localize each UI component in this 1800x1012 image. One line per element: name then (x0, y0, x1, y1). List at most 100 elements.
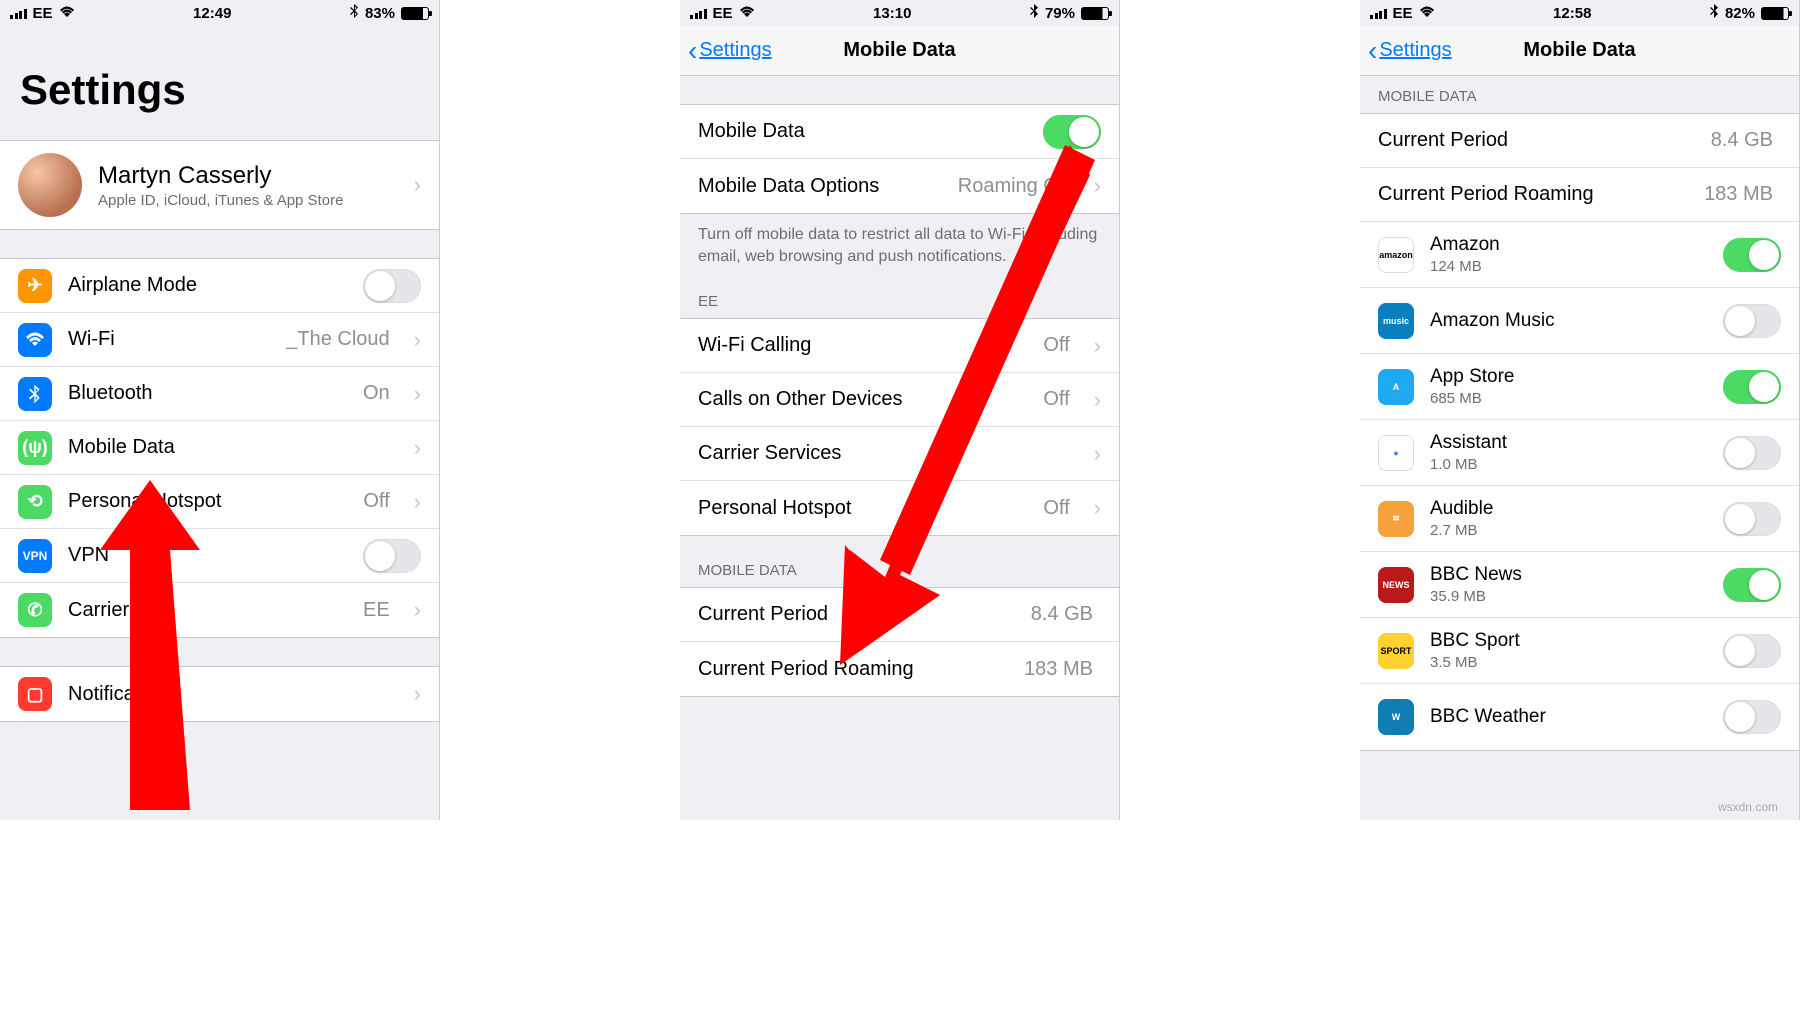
mobile-data-toggle-row[interactable]: Mobile Data (680, 105, 1119, 159)
app-toggle[interactable] (1723, 700, 1781, 734)
personal-hotspot-row[interactable]: ⟲ Personal Hotspot Off › (0, 475, 439, 529)
nav-title: Mobile Data (843, 39, 955, 62)
app-toggle[interactable] (1723, 634, 1781, 668)
current-period-roaming-row: Current Period Roaming 183 MB (680, 642, 1119, 696)
signal-icon (690, 7, 707, 19)
current-period-row: Current Period 8.4 GB (680, 588, 1119, 642)
chevron-right-icon: › (414, 597, 421, 623)
nav-bar: ‹ Settings Mobile Data (1360, 26, 1799, 76)
nav-bar: ‹ Settings Mobile Data (680, 26, 1119, 76)
screen-settings-root: EE 12:49 83% Settings Martyn Casserly Ap… (0, 0, 440, 820)
notifications-row[interactable]: ▢ Notifications › (0, 667, 439, 721)
wifi-icon (1419, 5, 1435, 22)
chevron-right-icon: › (414, 489, 421, 515)
chevron-right-icon: › (1094, 387, 1101, 413)
status-bar: EE 13:10 79% (680, 0, 1119, 26)
app-usage: 2.7 MB (1430, 522, 1707, 539)
wifi-value: _The Cloud (286, 328, 389, 351)
chevron-right-icon: › (1094, 441, 1101, 467)
app-row[interactable]: musicAmazon Music (1360, 288, 1799, 354)
app-toggle[interactable] (1723, 568, 1781, 602)
wifi-icon (18, 323, 52, 357)
bluetooth-icon (18, 377, 52, 411)
app-row[interactable]: AApp Store685 MB (1360, 354, 1799, 420)
app-toggle[interactable] (1723, 304, 1781, 338)
app-toggle[interactable] (1723, 502, 1781, 536)
status-time: 13:10 (873, 5, 911, 22)
app-row[interactable]: WBBC Weather (1360, 684, 1799, 750)
app-icon: A (1378, 369, 1414, 405)
vpn-toggle[interactable] (363, 539, 421, 573)
app-name: Amazon Music (1430, 310, 1707, 332)
wifi-calling-row[interactable]: Wi-Fi Calling Off › (680, 319, 1119, 373)
status-bar: EE 12:58 82% (1360, 0, 1799, 26)
vpn-icon: VPN (18, 539, 52, 573)
app-toggle[interactable] (1723, 238, 1781, 272)
mobile-data-toggle[interactable] (1043, 115, 1101, 149)
chevron-right-icon: › (1094, 173, 1101, 199)
battery-percent: 83% (365, 5, 395, 22)
app-usage: 1.0 MB (1430, 456, 1707, 473)
calls-other-devices-row[interactable]: Calls on Other Devices Off › (680, 373, 1119, 427)
app-name: App Store (1430, 366, 1707, 388)
battery-percent: 82% (1725, 5, 1755, 22)
mobile-data-options-row[interactable]: Mobile Data Options Roaming Off › (680, 159, 1119, 213)
antenna-icon: (ψ) (18, 431, 52, 465)
app-row[interactable]: SPORTBBC Sport3.5 MB (1360, 618, 1799, 684)
app-icon: W (1378, 699, 1414, 735)
airplane-icon: ✈︎ (18, 269, 52, 303)
link-icon: ⟲ (18, 485, 52, 519)
airplane-toggle[interactable] (363, 269, 421, 303)
section-footer: Turn off mobile data to restrict all dat… (680, 214, 1119, 281)
chevron-right-icon: › (414, 381, 421, 407)
app-name: BBC News (1430, 564, 1707, 586)
section-header-mobile-data: MOBILE DATA (1360, 76, 1799, 113)
chevron-left-icon: ‹ (1368, 37, 1377, 65)
app-row[interactable]: ≋Audible2.7 MB (1360, 486, 1799, 552)
wifi-row[interactable]: Wi-Fi _The Cloud › (0, 313, 439, 367)
chevron-right-icon: › (414, 172, 421, 198)
apple-id-row[interactable]: Martyn Casserly Apple ID, iCloud, iTunes… (0, 141, 439, 229)
personal-hotspot-row[interactable]: Personal Hotspot Off › (680, 481, 1119, 535)
notifications-icon: ▢ (18, 677, 52, 711)
profile-sub: Apple ID, iCloud, iTunes & App Store (98, 192, 398, 209)
app-toggle[interactable] (1723, 370, 1781, 404)
app-toggle[interactable] (1723, 436, 1781, 470)
battery-percent: 79% (1045, 5, 1075, 22)
battery-icon (1761, 7, 1789, 20)
wifi-icon (59, 5, 75, 22)
nav-title: Mobile Data (1523, 39, 1635, 62)
bluetooth-icon (1710, 4, 1719, 22)
back-button[interactable]: ‹ Settings (1368, 37, 1452, 65)
app-row[interactable]: ●Assistant1.0 MB (1360, 420, 1799, 486)
bluetooth-row[interactable]: Bluetooth On › (0, 367, 439, 421)
mobile-data-row[interactable]: (ψ) Mobile Data › (0, 421, 439, 475)
watermark: wsxdn.com (1718, 800, 1778, 814)
status-time: 12:49 (193, 5, 231, 22)
airplane-mode-row[interactable]: ✈︎ Airplane Mode (0, 259, 439, 313)
chevron-right-icon: › (414, 327, 421, 353)
vpn-row[interactable]: VPN VPN (0, 529, 439, 583)
carrier-label: EE (33, 5, 53, 22)
options-value: Roaming Off (958, 175, 1070, 198)
app-row[interactable]: amazonAmazon124 MB (1360, 222, 1799, 288)
status-time: 12:58 (1553, 5, 1591, 22)
carrier-row[interactable]: ✆ Carrier EE › (0, 583, 439, 637)
signal-icon (10, 7, 27, 19)
section-header-mobile-data: MOBILE DATA (680, 536, 1119, 587)
app-usage: 124 MB (1430, 258, 1707, 275)
hotspot-value: Off (363, 490, 389, 513)
back-button[interactable]: ‹ Settings (688, 37, 772, 65)
app-row[interactable]: NEWSBBC News35.9 MB (1360, 552, 1799, 618)
battery-icon (1081, 7, 1109, 20)
status-bar: EE 12:49 83% (0, 0, 439, 26)
screen-mobile-data-usage: EE 12:58 82% ‹ Settings Mobile Data MOBI… (1360, 0, 1800, 820)
battery-icon (401, 7, 429, 20)
carrier-services-row[interactable]: Carrier Services › (680, 427, 1119, 481)
phone-icon: ✆ (18, 593, 52, 627)
chevron-right-icon: › (1094, 333, 1101, 359)
app-icon: NEWS (1378, 567, 1414, 603)
app-icon: ● (1378, 435, 1414, 471)
app-usage: 3.5 MB (1430, 654, 1707, 671)
signal-icon (1370, 7, 1387, 19)
